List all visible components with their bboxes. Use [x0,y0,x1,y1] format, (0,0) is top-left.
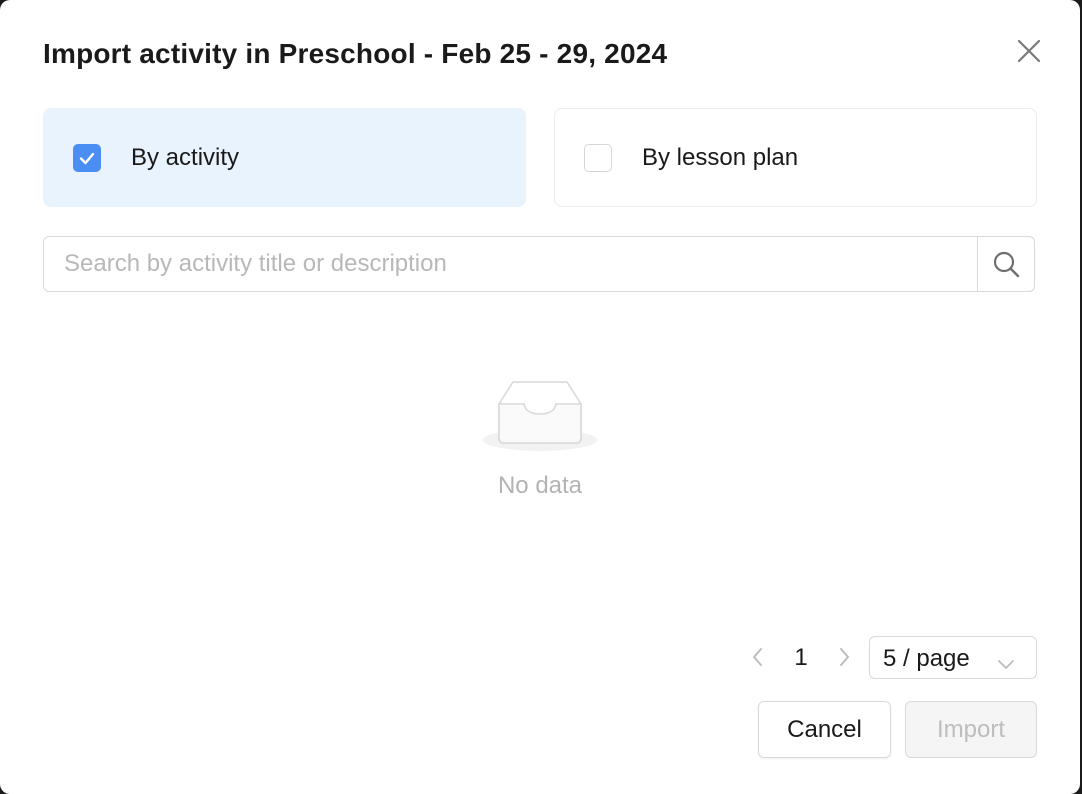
by-lesson-plan-label: By lesson plan [642,144,799,171]
by-activity-checkbox[interactable] [73,144,101,172]
search-icon [993,251,1020,278]
cancel-button[interactable]: Cancel [758,701,891,758]
current-page[interactable]: 1 [789,644,813,672]
empty-inbox-icon [483,381,597,451]
empty-state: No data [440,372,640,512]
close-button[interactable] [1014,36,1044,66]
by-lesson-plan-checkbox[interactable] [584,144,612,172]
next-page-button[interactable] [832,644,856,670]
close-icon [1017,39,1041,63]
page-size-value: 5 / page [883,645,970,672]
chevron-right-icon [840,648,849,666]
dialog-title: Import activity in Preschool - Feb 25 - … [43,38,668,69]
prev-page-button[interactable] [746,644,770,670]
page-size-select[interactable]: 5 / page [869,636,1037,679]
search-input[interactable] [44,237,978,291]
no-data-text: No data [497,472,583,499]
search-button[interactable] [977,237,1034,291]
by-activity-label: By activity [131,144,240,171]
chevron-down-icon [998,660,1014,669]
option-by-lesson-plan[interactable]: By lesson plan [554,108,1037,207]
option-by-activity[interactable]: By activity [43,108,526,207]
checkmark-icon [79,152,95,165]
import-activity-dialog: Import activity in Preschool - Feb 25 - … [0,0,1080,794]
import-button[interactable]: Import [905,701,1037,758]
search-bar [43,236,1035,292]
chevron-left-icon [753,648,762,666]
